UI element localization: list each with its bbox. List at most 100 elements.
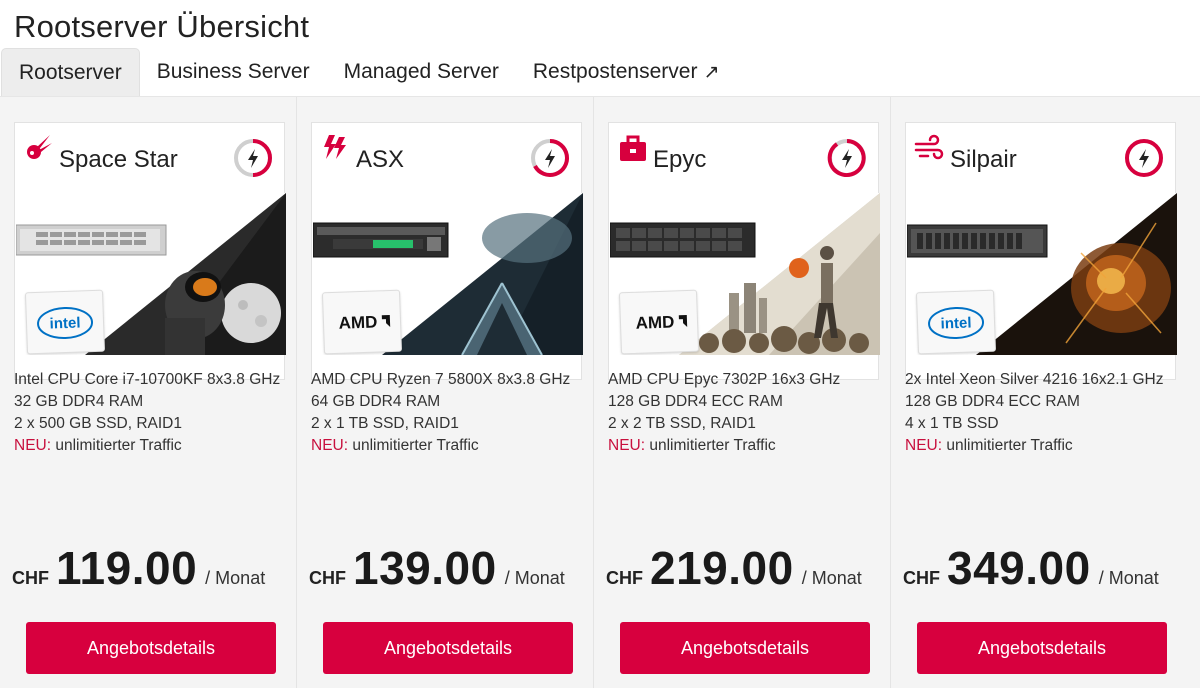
card-head: Epyc: [609, 123, 880, 193]
spec-storage: 2 x 2 TB SSD, RAID1: [608, 415, 756, 432]
server-rack-image: [313, 222, 449, 258]
server-rack-image: [907, 224, 1048, 258]
price-period: / Monat: [1098, 568, 1159, 588]
amd-logo-mark: AMD: [338, 312, 391, 333]
spec-cpu: Intel CPU Core i7-10700KF 8x3.8 GHz: [14, 371, 281, 388]
price: CHF 219.00 / Monat: [606, 541, 862, 595]
server-image: intel: [906, 193, 1177, 355]
amd-logo: AMD: [321, 289, 403, 355]
new-label: NEU:: [14, 437, 52, 454]
tab-restpostenserver[interactable]: Restpostenserver ↗: [516, 48, 737, 96]
tab-business-server[interactable]: Business Server: [140, 48, 327, 96]
svg-text:intel: intel: [49, 314, 80, 332]
price: CHF 139.00 / Monat: [309, 541, 565, 595]
traffic-text: unlimitierter Traffic: [942, 437, 1073, 454]
card-header-panel: Epyc AMD: [608, 122, 880, 380]
currency: CHF: [606, 568, 643, 588]
server-name: Space Star: [59, 146, 178, 173]
currency: CHF: [309, 568, 346, 588]
new-label: NEU:: [905, 437, 943, 454]
card-head: Silpair: [906, 123, 1177, 193]
price-period: / Monat: [504, 568, 565, 588]
server-name: Silpair: [950, 146, 1017, 173]
tab-managed-server[interactable]: Managed Server: [327, 48, 516, 96]
price-period: / Monat: [801, 568, 862, 588]
spec-traffic: NEU: unlimitierter Traffic: [311, 435, 591, 457]
new-label: NEU:: [311, 437, 349, 454]
card-header-panel: Space Star intel: [14, 122, 286, 380]
offer-details-button[interactable]: Angebotsdetails: [917, 622, 1167, 674]
traffic-text: unlimitierter Traffic: [51, 437, 182, 454]
offer-details-button[interactable]: Angebotsdetails: [26, 622, 276, 674]
svg-text:AMD: AMD: [635, 312, 674, 332]
spec-ram: 128 GB DDR4 ECC RAM: [608, 393, 783, 410]
intel-logo-mark: intel: [37, 306, 94, 340]
server-image: intel: [15, 193, 286, 355]
price-amount: 119.00: [56, 542, 198, 594]
card-head: ASX: [312, 123, 583, 193]
power-gauge-icon: [827, 139, 866, 177]
currency: CHF: [903, 568, 940, 588]
spec-cpu: AMD CPU Ryzen 7 5800X 8x3.8 GHz: [311, 371, 571, 388]
server-rack-image: [16, 224, 167, 256]
tab-label: Managed Server: [343, 60, 499, 83]
spec-storage: 4 x 1 TB SSD: [905, 415, 999, 432]
server-card-silpair: Silpair intel 2x Intel Xeon Silver 4216 …: [891, 97, 1188, 688]
server-card-epyc: Epyc AMD AMD CPU Epyc 7302P 16x3 GHz 128…: [594, 97, 891, 688]
server-card-space-star: Space Star intel Intel CPU Core i7-10700…: [0, 97, 297, 688]
external-link-icon: ↗: [703, 61, 720, 83]
page-title: Rootserver Übersicht: [14, 9, 310, 44]
spec-storage: 2 x 1 TB SSD, RAID1: [311, 415, 459, 432]
server-name: ASX: [356, 146, 405, 173]
svg-text:AMD: AMD: [338, 312, 377, 332]
tab-bar: Rootserver Business Server Managed Serve…: [0, 48, 1200, 97]
card-head: Space Star: [15, 123, 286, 193]
spec-ram: 64 GB DDR4 RAM: [311, 393, 441, 410]
price: CHF 119.00 / Monat: [12, 541, 265, 595]
card-header-panel: Silpair intel: [905, 122, 1177, 380]
tab-label: Rootserver: [19, 60, 122, 84]
spec-ram: 32 GB DDR4 RAM: [14, 393, 144, 410]
spec-traffic: NEU: unlimitierter Traffic: [608, 435, 888, 457]
tab-label: Restpostenserver: [532, 60, 698, 83]
card-header-panel: ASX AMD: [311, 122, 583, 380]
spec-list: AMD CPU Ryzen 7 5800X 8x3.8 GHz 64 GB DD…: [311, 369, 591, 457]
server-rack-image: [610, 222, 756, 258]
briefcase-icon: [620, 135, 646, 161]
lightning-icon: [324, 135, 346, 159]
spec-storage: 2 x 500 GB SSD, RAID1: [14, 415, 182, 432]
new-label: NEU:: [608, 437, 646, 454]
tab-rootserver[interactable]: Rootserver: [1, 48, 140, 96]
server-image: AMD: [609, 193, 880, 355]
server-image: AMD: [312, 193, 583, 355]
spec-list: AMD CPU Epyc 7302P 16x3 GHz 128 GB DDR4 …: [608, 369, 888, 457]
price: CHF 349.00 / Monat: [903, 541, 1159, 595]
server-list: Space Star intel Intel CPU Core i7-10700…: [0, 97, 1200, 688]
offer-details-button[interactable]: Angebotsdetails: [620, 622, 870, 674]
tab-label: Business Server: [156, 60, 310, 83]
offer-details-button[interactable]: Angebotsdetails: [323, 622, 573, 674]
amd-logo: AMD: [618, 289, 700, 355]
price-amount: 219.00: [650, 542, 794, 594]
price-amount: 349.00: [947, 542, 1091, 594]
power-gauge-icon: [1125, 139, 1163, 177]
intel-logo: intel: [24, 289, 106, 355]
wind-icon: [914, 134, 944, 160]
server-card-asx: ASX AMD AMD CPU Ryzen 7 5800X 8x3.8 GHz …: [297, 97, 594, 688]
svg-text:intel: intel: [940, 314, 971, 332]
power-gauge-icon: [531, 139, 569, 177]
server-name: Epyc: [653, 146, 707, 173]
comet-icon: [27, 135, 52, 159]
amd-logo-mark: AMD: [635, 312, 688, 333]
spec-list: 2x Intel Xeon Silver 4216 16x2.1 GHz 128…: [905, 369, 1185, 457]
intel-logo-mark: intel: [928, 306, 985, 340]
spec-traffic: NEU: unlimitierter Traffic: [14, 435, 294, 457]
traffic-text: unlimitierter Traffic: [348, 437, 479, 454]
spec-list: Intel CPU Core i7-10700KF 8x3.8 GHz 32 G…: [14, 369, 294, 457]
spec-cpu: AMD CPU Epyc 7302P 16x3 GHz: [608, 371, 841, 388]
intel-logo: intel: [915, 289, 997, 355]
spec-traffic: NEU: unlimitierter Traffic: [905, 435, 1185, 457]
price-period: / Monat: [205, 568, 266, 588]
spec-ram: 128 GB DDR4 ECC RAM: [905, 393, 1080, 410]
currency: CHF: [12, 568, 49, 588]
